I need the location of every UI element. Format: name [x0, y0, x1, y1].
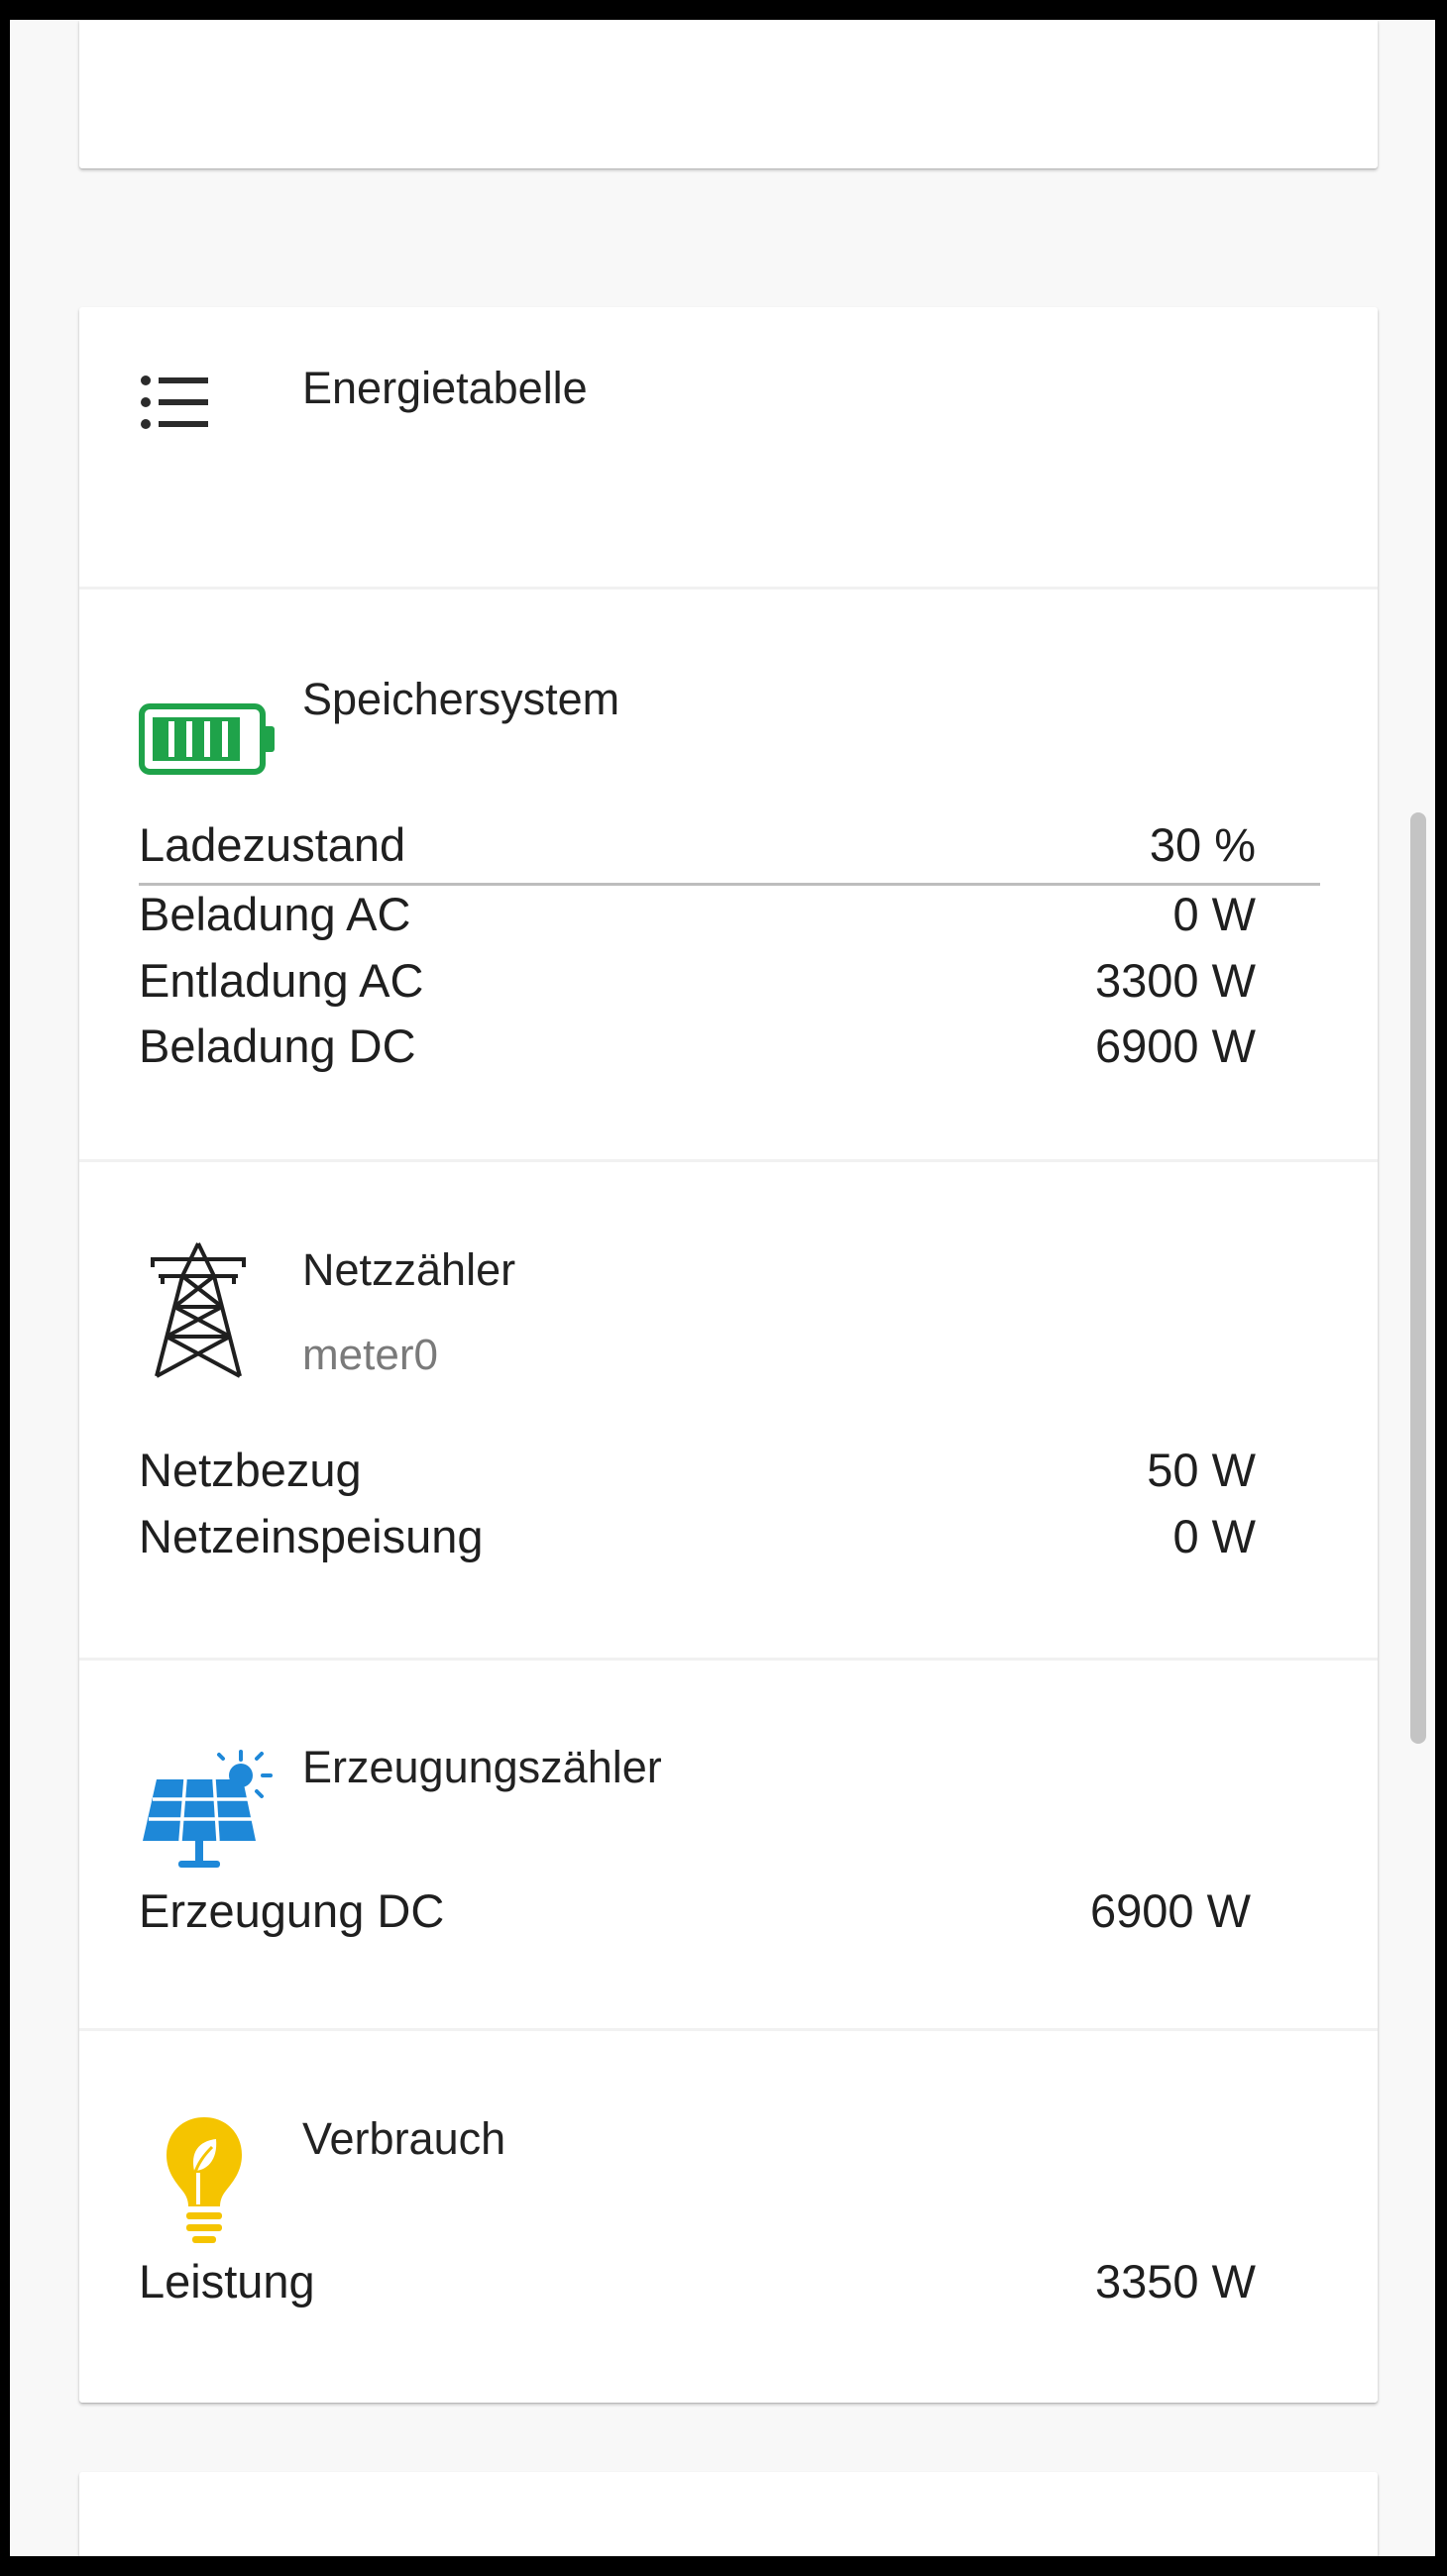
row-label: Beladung DC [139, 1020, 416, 1072]
consumption-row-power: Leistung 3350 W [139, 2254, 1320, 2317]
grid-row-export: Netzeinspeisung 0 W [139, 1509, 1320, 1572]
consumption-section: Verbrauch Leistung 3350 W [79, 2028, 1378, 2406]
list-icon [141, 375, 210, 435]
storage-row-discharge-ac: Entladung AC 3300 W [139, 953, 1320, 1017]
storage-row-charge-dc: Beladung DC 6900 W [139, 1019, 1320, 1082]
row-label: Leistung [139, 2255, 315, 2308]
row-value: 3350 W [1095, 2255, 1256, 2308]
consumption-title: Verbrauch [302, 2113, 506, 2164]
row-label: Ladezustand [139, 818, 406, 871]
grid-meter-subtitle: meter0 [302, 1331, 438, 1379]
power-tower-icon [149, 1241, 248, 1385]
previous-card [79, 20, 1378, 168]
row-value: 0 W [1172, 888, 1256, 940]
row-label: Erzeugung DC [139, 1884, 445, 1937]
row-value: 6900 W [1095, 1020, 1256, 1072]
row-value: 0 W [1172, 1510, 1256, 1562]
grid-row-import: Netzbezug 50 W [139, 1443, 1320, 1506]
row-label: Netzbezug [139, 1444, 362, 1496]
lightbulb-icon [165, 2115, 244, 2251]
storage-section: Speichersystem Ladezustand 30 % Beladung… [79, 587, 1378, 1162]
energy-table-card: Energietabelle Speichersystem Ladezustan… [79, 307, 1378, 2403]
solar-panel-icon [139, 1750, 273, 1878]
page-viewport: Energietabelle Speichersystem Ladezustan… [10, 20, 1435, 2556]
row-value: 50 W [1147, 1444, 1256, 1496]
storage-row-charge-ac: Beladung AC 0 W [139, 887, 1320, 950]
row-label: Netzeinspeisung [139, 1510, 484, 1562]
grid-meter-section: Netzzähler meter0 Netzbezug 50 W Netzein… [79, 1159, 1378, 1661]
energy-table-header: Energietabelle [79, 307, 1378, 587]
row-value: 30 % [1149, 818, 1256, 871]
generation-meter-section: Erzeugungszähler Erzeugung DC 6900 W [79, 1658, 1378, 2031]
vertical-scrollbar[interactable] [1410, 812, 1426, 1744]
row-label: Entladung AC [139, 954, 424, 1007]
generation-row-dc: Erzeugung DC 6900 W [139, 1883, 1320, 1947]
row-value: 6900 W [1090, 1884, 1251, 1937]
row-value: 3300 W [1095, 954, 1256, 1007]
grid-meter-title: Netzzähler [302, 1244, 516, 1295]
storage-title: Speichersystem [302, 674, 620, 724]
generation-meter-title: Erzeugungszähler [302, 1742, 662, 1792]
energy-table-title: Energietabelle [302, 363, 588, 413]
row-label: Beladung AC [139, 888, 411, 940]
storage-row-state-of-charge: Ladezustand 30 % [139, 817, 1320, 886]
battery-icon [139, 703, 278, 782]
next-card [79, 2472, 1378, 2556]
